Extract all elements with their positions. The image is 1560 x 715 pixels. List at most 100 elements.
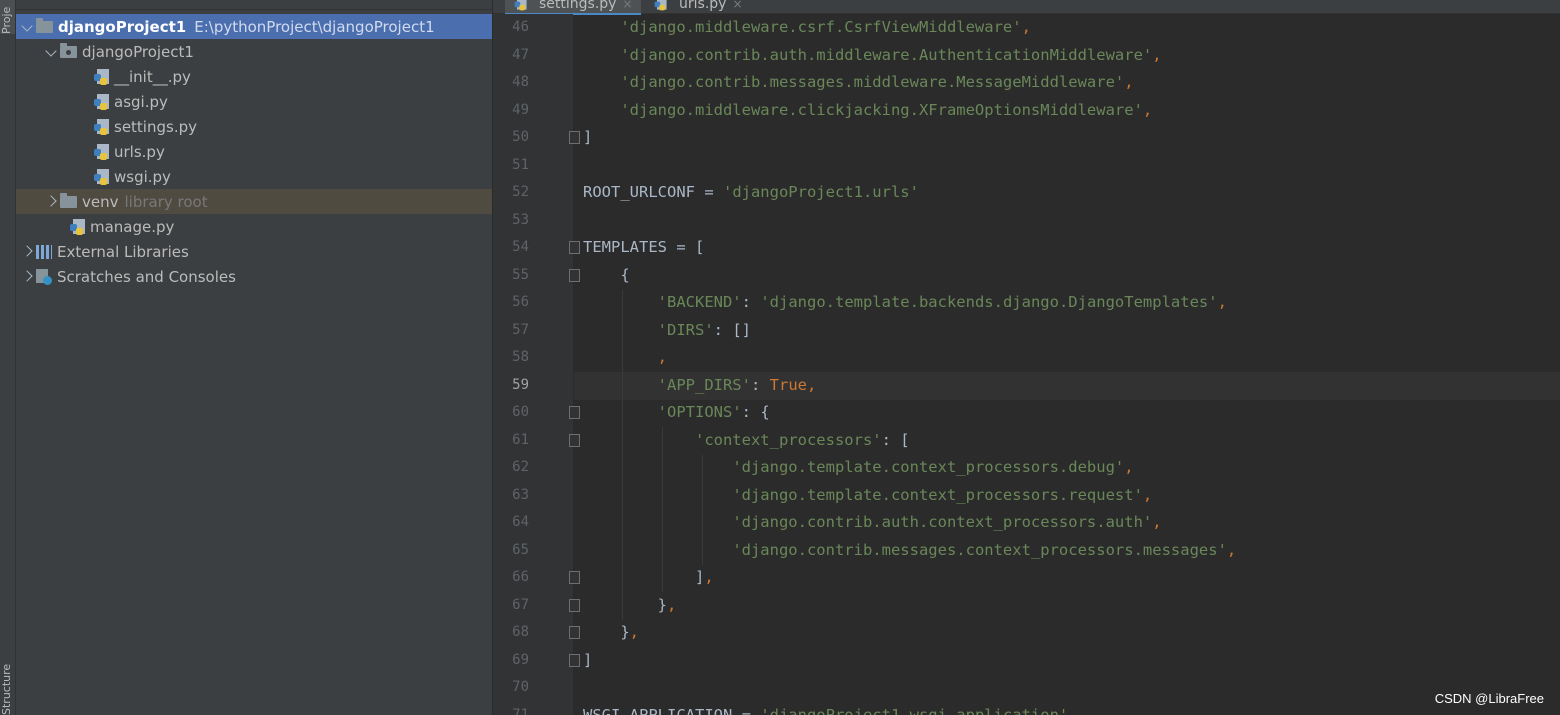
python-file-icon: [94, 118, 110, 135]
tab-urls[interactable]: urls.py ×: [645, 0, 751, 13]
code-string: 'django.contrib.messages.context_process…: [732, 541, 1227, 559]
code-text: : {: [741, 403, 770, 421]
code-string: 'djangoProject1.urls': [722, 183, 919, 201]
scratches-label: Scratches and Consoles: [57, 267, 236, 286]
fold-marker-icon[interactable]: [569, 654, 580, 667]
project-tool-tab[interactable]: Proje: [0, 0, 15, 34]
external-libraries-label: External Libraries: [57, 242, 189, 261]
line-number: 52: [512, 184, 529, 200]
tab-label: urls.py: [679, 0, 727, 12]
code-line-54: TEMPLATES = [: [583, 238, 705, 256]
line-number: 58: [512, 349, 529, 365]
code-text: }: [657, 596, 667, 614]
code-string: 'django.contrib.auth.middleware.Authenti…: [620, 46, 1153, 64]
chevron-right-icon[interactable]: [44, 195, 58, 208]
code-string: 'DIRS': [657, 321, 714, 339]
chevron-right-icon[interactable]: [20, 245, 34, 258]
code-string: 'django.contrib.auth.context_processors.…: [732, 513, 1153, 531]
code-string: 'django.contrib.messages.middleware.Mess…: [620, 73, 1125, 91]
code-string: 'APP_DIRS': [657, 376, 751, 394]
tree-file-asgi[interactable]: asgi.py: [16, 89, 492, 114]
file-name: manage.py: [90, 217, 175, 236]
tree-file-init[interactable]: __init__.py: [16, 64, 492, 89]
fold-marker-icon[interactable]: [569, 241, 580, 254]
code-keyword: True: [769, 376, 807, 394]
package-folder-icon: [60, 42, 77, 58]
code-text: ]: [694, 568, 705, 586]
tree-external-libraries[interactable]: External Libraries: [16, 239, 492, 264]
code-string: 'django.middleware.clickjacking.XFrameOp…: [620, 101, 1143, 119]
chevron-down-icon[interactable]: [20, 20, 34, 33]
structure-tool-tab[interactable]: Structure: [0, 655, 15, 715]
chevron-right-icon[interactable]: [20, 270, 34, 283]
line-number: 61: [512, 432, 529, 448]
line-number: 49: [512, 102, 529, 118]
fold-marker-icon[interactable]: [569, 131, 580, 144]
tree-file-manage[interactable]: manage.py: [16, 214, 492, 239]
line-number: 68: [512, 624, 529, 640]
fold-marker-icon[interactable]: [569, 269, 580, 282]
line-number: 71: [512, 707, 529, 715]
line-number: 69: [512, 652, 529, 668]
tool-window-strip: Proje Structure: [0, 0, 16, 715]
python-file-icon: [94, 68, 110, 85]
code-line-64: 'django.contrib.auth.context_processors.…: [732, 513, 1162, 531]
tree-venv-folder[interactable]: venv library root: [16, 189, 492, 214]
tree-root-folder[interactable]: djangoProject1 E:\pythonProject\djangoPr…: [16, 14, 492, 39]
close-icon[interactable]: ×: [732, 0, 742, 11]
tree-package-folder[interactable]: djangoProject1: [16, 39, 492, 64]
fold-marker-icon[interactable]: [569, 434, 580, 447]
code-string: 'django.template.context_processors.debu…: [732, 458, 1125, 476]
code-text: WSGI_APPLICATION =: [583, 706, 761, 715]
python-file-icon: [94, 168, 110, 185]
fold-marker-icon[interactable]: [569, 406, 580, 419]
fold-marker-icon[interactable]: [569, 571, 580, 584]
code-editor[interactable]: settings.py × urls.py × 46 47 48 49 50 5…: [493, 0, 1560, 715]
project-panel-header: [16, 0, 492, 10]
code-line-69: ]: [583, 651, 593, 669]
line-number: 46: [512, 19, 529, 35]
tree-file-urls[interactable]: urls.py: [16, 139, 492, 164]
code-line-50: ]: [583, 128, 593, 146]
python-file-icon: [94, 143, 110, 160]
tab-label: settings.py: [539, 0, 617, 12]
code-string: 'BACKEND': [657, 293, 742, 311]
code-line-67: },: [657, 596, 677, 614]
code-line-66: ],: [694, 568, 714, 586]
close-icon[interactable]: ×: [622, 0, 632, 11]
code-string: 'django.template.backends.django.DjangoT…: [760, 293, 1218, 311]
chevron-down-icon[interactable]: [44, 45, 58, 58]
code-string: 'django.template.context_processors.requ…: [732, 486, 1143, 504]
project-panel: djangoProject1 E:\pythonProject\djangoPr…: [16, 0, 492, 715]
code-line-48: 'django.contrib.messages.middleware.Mess…: [620, 73, 1134, 91]
tab-settings[interactable]: settings.py ×: [505, 0, 641, 15]
code-text: {: [620, 266, 630, 284]
watermark: CSDN @LibraFree: [1434, 691, 1544, 706]
code-line-52: ROOT_URLCONF = 'djangoProject1.urls': [583, 179, 919, 207]
code-line-63: 'django.template.context_processors.requ…: [732, 486, 1153, 504]
line-number: 48: [512, 74, 529, 90]
root-folder-name: djangoProject1: [58, 17, 187, 36]
line-number: 50: [512, 129, 529, 145]
fold-marker-icon[interactable]: [569, 599, 580, 612]
file-name: __init__.py: [114, 67, 191, 86]
code-line-57: 'DIRS': []: [583, 317, 751, 345]
code-string: 'django.middleware.csrf.CsrfViewMiddlewa…: [620, 18, 1022, 36]
tree-file-wsgi[interactable]: wsgi.py: [16, 164, 492, 189]
line-number: 60: [512, 404, 529, 420]
python-file-icon: [94, 93, 110, 110]
folder-icon: [36, 17, 53, 33]
line-number: 62: [512, 459, 529, 475]
code-line-56: 'BACKEND': 'django.template.backends.dja…: [657, 293, 1227, 311]
fold-marker-icon[interactable]: [569, 626, 580, 639]
code-line-59: 'APP_DIRS': True,: [657, 376, 817, 394]
root-folder-path: E:\pythonProject\djangoProject1: [194, 17, 435, 36]
folder-icon: [60, 192, 77, 208]
tree-scratches-consoles[interactable]: Scratches and Consoles: [16, 264, 492, 289]
line-number: 64: [512, 514, 529, 530]
python-file-icon: [514, 0, 528, 10]
tree-file-settings[interactable]: settings.py: [16, 114, 492, 139]
line-number: 54: [512, 239, 529, 255]
editor-tab-bar: settings.py × urls.py ×: [493, 0, 1560, 15]
line-number: 47: [512, 47, 529, 63]
